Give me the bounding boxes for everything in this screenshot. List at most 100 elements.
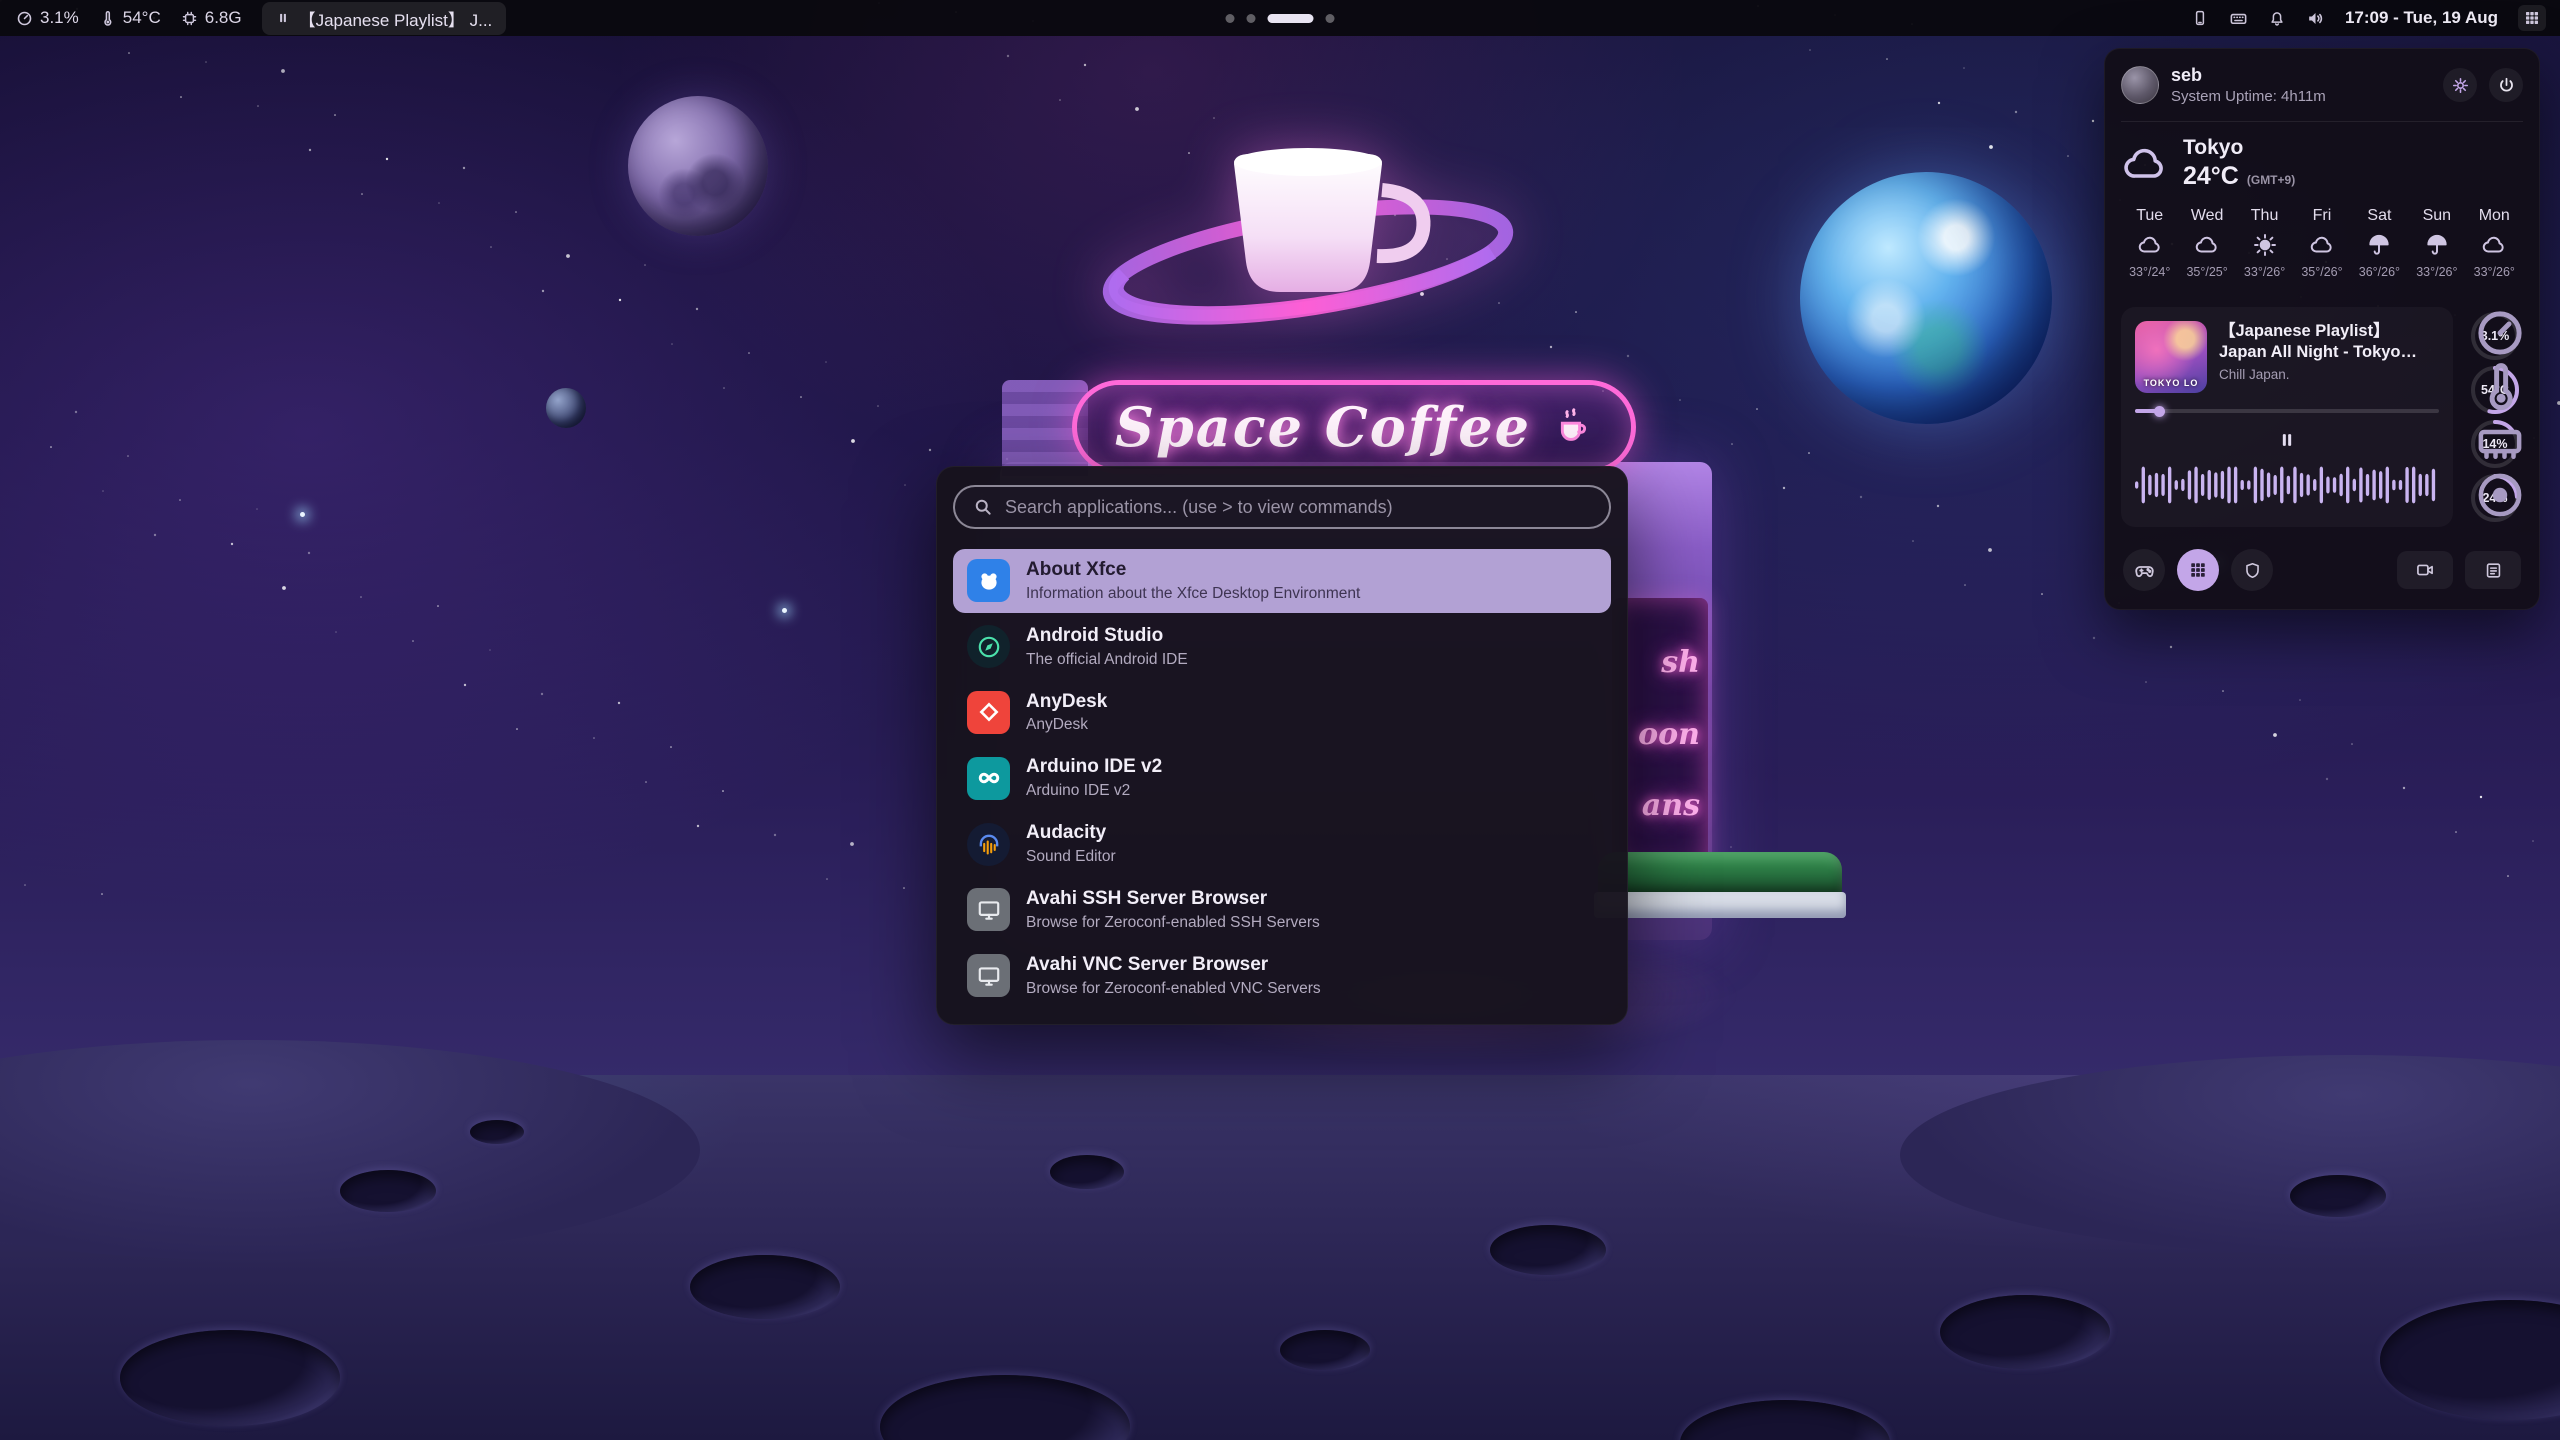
app-desc: AnyDesk xyxy=(1026,716,1107,734)
workspace-active-pill[interactable] xyxy=(1268,14,1314,23)
window-neon-text: oon xyxy=(1638,717,1700,752)
settings-button[interactable] xyxy=(2443,68,2477,102)
bell-icon[interactable] xyxy=(2268,9,2286,27)
forecast-sun: Sun 33°/26° xyxy=(2408,207,2465,279)
temperature-stat: 54°C xyxy=(99,8,161,28)
audacity-icon xyxy=(967,823,1010,866)
top-bar: 3.1% 54°C 6.8G 【Japanese Playlist】 J... … xyxy=(0,0,2560,36)
app-name: Avahi VNC Server Browser xyxy=(1026,954,1321,977)
system-gauges: 3.1% 54°C 14% 24% xyxy=(2465,307,2525,527)
screen-record-button[interactable] xyxy=(2397,551,2453,589)
app-row-android-studio[interactable]: Android Studio The official Android IDE xyxy=(953,615,1611,679)
now-playing-pill[interactable]: 【Japanese Playlist】 J... xyxy=(262,2,507,35)
user-section: seb System Uptime: 4h11m xyxy=(2105,49,2539,121)
music-player: TOKYO LO 【Japanese Playlist】 Japan All N… xyxy=(2121,307,2453,527)
cpu-stat: 3.1% xyxy=(16,8,79,28)
app-desc: The official Android IDE xyxy=(1026,651,1188,669)
app-desc: Sound Editor xyxy=(1026,848,1116,866)
purple-planet xyxy=(628,96,768,236)
crater xyxy=(470,1120,524,1144)
shield-icon xyxy=(2243,561,2262,580)
crater xyxy=(690,1255,840,1319)
crater xyxy=(120,1330,340,1426)
workspace-dot-4[interactable] xyxy=(1326,14,1335,23)
memory-gauge: 14% xyxy=(2468,417,2522,471)
progress-knob[interactable] xyxy=(2154,406,2165,417)
forecast-temps: 33°/26° xyxy=(2416,265,2457,279)
app-desc: Arduino IDE v2 xyxy=(1026,782,1162,800)
app-desc: Browse for Zeroconf-enabled VNC Servers xyxy=(1026,980,1321,998)
forecast-day: Thu xyxy=(2251,207,2279,225)
cpu-icon xyxy=(2473,306,2527,360)
gamepad-icon xyxy=(2134,560,2155,581)
forecast-day: Tue xyxy=(2136,207,2163,225)
clock[interactable]: 17:09 - Tue, 19 Aug xyxy=(2345,8,2498,28)
keyboard-icon[interactable] xyxy=(2229,9,2248,28)
forecast-temps: 36°/26° xyxy=(2359,265,2400,279)
phone-icon[interactable] xyxy=(2191,9,2209,27)
notes-button[interactable] xyxy=(2465,551,2521,589)
app-row-avahi-vnc[interactable]: Avahi VNC Server Browser Browse for Zero… xyxy=(953,944,1611,1008)
workspace-dot-2[interactable] xyxy=(1247,14,1256,23)
cloud-icon xyxy=(2137,232,2163,258)
app-grid-button[interactable] xyxy=(2177,549,2219,591)
app-grid-button[interactable] xyxy=(2518,5,2546,31)
app-name: AnyDesk xyxy=(1026,691,1107,714)
cpu-gauge-icon xyxy=(16,10,33,27)
app-desc: Browse for Zeroconf-enabled SSH Servers xyxy=(1026,914,1320,932)
app-name: About Xfce xyxy=(1026,559,1360,582)
window-neon-text: sh xyxy=(1661,645,1700,680)
pause-button[interactable] xyxy=(2270,425,2304,455)
small-moon xyxy=(546,388,586,428)
arduino-icon xyxy=(967,757,1010,800)
grid-icon xyxy=(2189,561,2207,579)
app-name: Audacity xyxy=(1026,822,1116,845)
cpu-stat-value: 3.1% xyxy=(40,8,79,28)
sign-text: Space Coffee xyxy=(1115,395,1531,459)
shield-button[interactable] xyxy=(2231,549,2273,591)
app-name: Arduino IDE v2 xyxy=(1026,756,1162,779)
forecast-day: Fri xyxy=(2313,207,2332,225)
crater xyxy=(1280,1330,1370,1370)
power-button[interactable] xyxy=(2489,68,2523,102)
disk-icon xyxy=(2473,468,2527,522)
weather-city: Tokyo xyxy=(2183,136,2295,160)
grid-icon xyxy=(2524,10,2540,26)
pause-icon xyxy=(276,11,290,25)
album-art-label: TOKYO LO xyxy=(2135,378,2207,388)
app-row-audacity[interactable]: Audacity Sound Editor xyxy=(953,812,1611,876)
saturn-coffee-cup xyxy=(1088,112,1528,372)
hedge xyxy=(1598,852,1842,896)
app-row-about-xfce[interactable]: About Xfce Information about the Xfce De… xyxy=(953,549,1611,613)
quick-actions xyxy=(2105,537,2539,609)
avatar[interactable] xyxy=(2121,66,2159,104)
bright-star xyxy=(782,608,787,613)
app-row-avahi-ssh[interactable]: Avahi SSH Server Browser Browse for Zero… xyxy=(953,878,1611,942)
app-row-arduino-ide[interactable]: Arduino IDE v2 Arduino IDE v2 xyxy=(953,746,1611,810)
search-box[interactable] xyxy=(953,485,1611,529)
system-uptime: System Uptime: 4h11m xyxy=(2171,88,2431,105)
search-input[interactable] xyxy=(1005,497,1591,518)
track-title: 【Japanese Playlist】 Japan All Night - To… xyxy=(2219,321,2439,362)
temperature-gauge: 54°C xyxy=(2468,363,2522,417)
forecast-fri: Fri 35°/26° xyxy=(2293,207,2350,279)
forecast-day: Sat xyxy=(2367,207,2391,225)
memory-stat: 6.8G xyxy=(181,8,242,28)
forecast-day: Sun xyxy=(2423,207,2451,225)
app-list: About Xfce Information about the Xfce De… xyxy=(953,549,1611,1008)
anydesk-icon xyxy=(967,691,1010,734)
xfce-icon xyxy=(967,559,1010,602)
app-row-anydesk[interactable]: AnyDesk AnyDesk xyxy=(953,681,1611,745)
forecast-temps: 35°/25° xyxy=(2186,265,2227,279)
volume-icon[interactable] xyxy=(2306,9,2325,28)
seek-bar[interactable] xyxy=(2135,409,2439,413)
media-section: TOKYO LO 【Japanese Playlist】 Japan All N… xyxy=(2105,295,2539,537)
cloud-icon xyxy=(2481,232,2507,258)
video-icon xyxy=(2415,560,2435,580)
now-playing-text: 【Japanese Playlist】 J... xyxy=(299,6,493,31)
gamepad-button[interactable] xyxy=(2123,549,2165,591)
album-art[interactable]: TOKYO LO xyxy=(2135,321,2207,393)
pause-icon xyxy=(2277,430,2297,450)
workspace-dot-1[interactable] xyxy=(1226,14,1235,23)
app-desc: Information about the Xfce Desktop Envir… xyxy=(1026,585,1360,603)
